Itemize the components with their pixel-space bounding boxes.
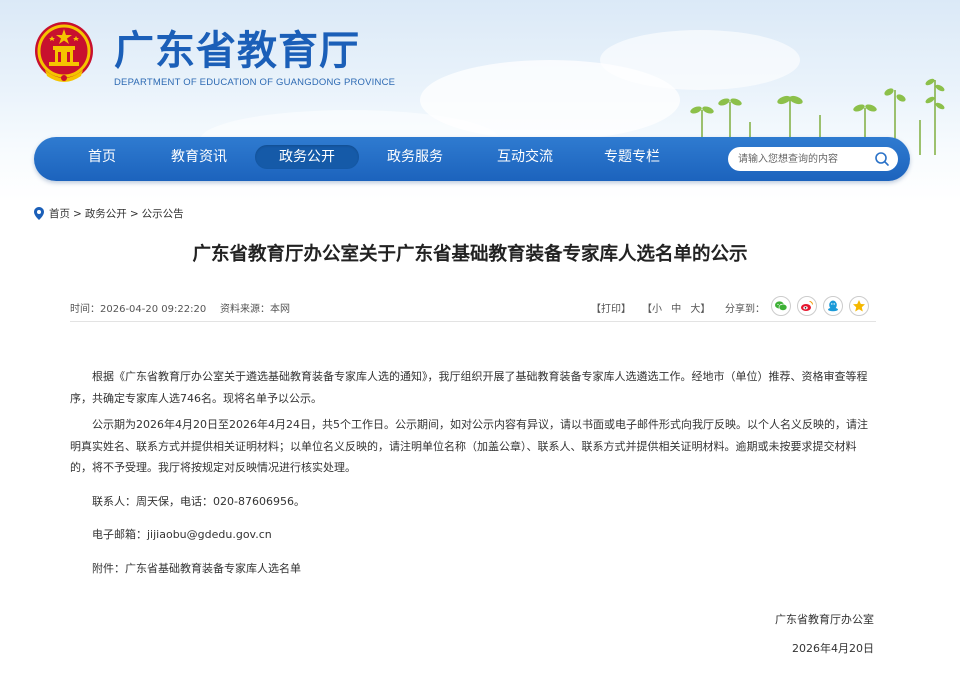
publish-time: 时间：2026-04-20 09:22:20: [70, 304, 207, 315]
font-size-bracket-close: 】: [700, 304, 711, 315]
attachment-label: 附件：: [92, 561, 125, 575]
attachment-link[interactable]: 广东省基础教育装备专家库人选名单: [125, 562, 301, 575]
qq-icon[interactable]: [823, 296, 843, 316]
search-input[interactable]: [738, 147, 868, 171]
breadcrumb-gov-affairs[interactable]: 政务公开: [85, 206, 127, 221]
breadcrumb-announcements[interactable]: 公示公告: [142, 206, 184, 221]
breadcrumb: 首页 > 政务公开 > 公示公告: [34, 206, 184, 221]
article-paragraph: 公示期为2026年4月20日至2026年4月24日，共5个工作日。公示期间，如对…: [70, 418, 868, 474]
nav-item-interaction[interactable]: 互动交流: [490, 137, 560, 181]
nav-item-gov-affairs[interactable]: 政务公开: [255, 145, 359, 169]
signature-date: 2026年4月20日: [792, 642, 874, 655]
wechat-icon[interactable]: [771, 296, 791, 316]
font-size-switcher: 【小 中 大】: [642, 300, 710, 315]
contact-info: 联系人：周天保，电话：020-87606956。: [92, 494, 305, 508]
location-pin-icon: [34, 207, 44, 220]
article-title: 广东省教育厅办公室关于广东省基础教育装备专家库人选名单的公示: [192, 244, 748, 265]
site-title: 广东省教育厅: [114, 28, 360, 74]
nav-item-news[interactable]: 教育资讯: [164, 137, 234, 181]
font-size-medium[interactable]: 中: [671, 304, 681, 315]
share-label: 分享到：: [725, 304, 765, 315]
font-size-bracket-open: 【: [642, 304, 652, 315]
nav-item-topics[interactable]: 专题专栏: [597, 137, 667, 181]
search-icon[interactable]: [874, 151, 890, 167]
article-source: 资料来源：本网: [220, 304, 290, 315]
site-subtitle: DEPARTMENT OF EDUCATION OF GUANGDONG PRO…: [114, 77, 396, 88]
article-paragraph: 根据《广东省教育厅办公室关于遴选基础教育装备专家库人选的通知》，我厅组织开展了基…: [70, 370, 868, 405]
search-box: [728, 147, 898, 171]
print-button[interactable]: 【打印】: [591, 300, 631, 315]
nav-item-gov-services[interactable]: 政务服务: [380, 137, 450, 181]
article-meta-bar: 时间：2026-04-20 09:22:20 资料来源：本网 【打印】 【小 中…: [70, 292, 876, 322]
attachment: 附件：广东省基础教育装备专家库人选名单: [70, 558, 876, 580]
breadcrumb-separator: >: [73, 207, 82, 220]
breadcrumb-home[interactable]: 首页: [49, 206, 70, 221]
qzone-icon[interactable]: [849, 296, 869, 316]
nav-item-home[interactable]: 首页: [78, 137, 126, 181]
font-size-large[interactable]: 大: [690, 304, 700, 315]
national-emblem-icon: [35, 22, 93, 82]
email-info: 电子邮箱：jijiaobu@gdedu.gov.cn: [92, 528, 272, 541]
signature-org: 广东省教育厅办公室: [775, 613, 874, 626]
main-nav: 首页 教育资讯 政务公开 政务服务 互动交流 专题专栏: [34, 137, 910, 181]
font-size-small[interactable]: 小: [652, 304, 662, 315]
weibo-icon[interactable]: [797, 296, 817, 316]
article-body: 根据《广东省教育厅办公室关于遴选基础教育装备专家库人选的通知》，我厅组织开展了基…: [70, 366, 876, 579]
breadcrumb-separator: >: [129, 207, 139, 220]
